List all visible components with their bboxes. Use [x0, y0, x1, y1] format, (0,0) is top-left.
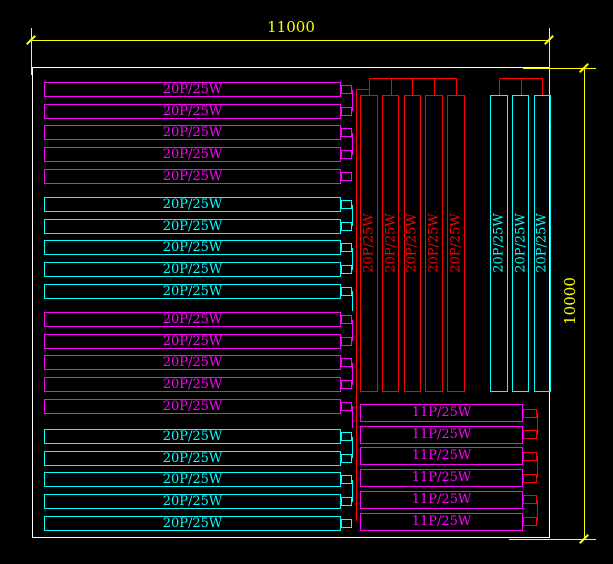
panel-label: 20P/25W [44, 262, 341, 277]
panel-label: 20P/25W [44, 169, 341, 184]
connector-tab [523, 452, 537, 461]
dimension-line [584, 68, 585, 539]
connector-tab [341, 315, 352, 324]
string-bus [412, 78, 413, 95]
panel-label: 20P/25W [44, 125, 341, 140]
panel-label: 20P/25W [44, 399, 341, 414]
panel-label: 20P/25W [361, 213, 376, 273]
connector-tab [341, 150, 352, 159]
connector-line [352, 90, 353, 112]
panel-label: 20P/25W [448, 213, 463, 273]
string-bus [542, 78, 543, 95]
string-bus [369, 78, 370, 95]
connector-tab [341, 172, 352, 181]
connector-tab [341, 128, 352, 137]
panel-label: 20P/25W [44, 312, 341, 327]
connector-tab [341, 432, 352, 441]
connector-tab [341, 402, 352, 411]
panel-label: 20P/25W [44, 82, 341, 97]
connector-tab [341, 475, 352, 484]
connector-tab [341, 107, 352, 116]
connector-line [352, 363, 353, 385]
connector-line [352, 406, 353, 428]
panel-label: 20P/25W [44, 429, 341, 444]
connector-tab [523, 474, 537, 483]
connector-tab [523, 409, 537, 418]
panel-label: 11P/25W [360, 470, 523, 485]
connector-tab [341, 200, 352, 209]
connector-line [352, 437, 353, 459]
panel-label: 20P/25W [427, 213, 442, 273]
cad-viewport: 11000 10000 20P/25W 20P/25W 20P/25W 20P/25W… [0, 0, 613, 564]
panel-label: 11P/25W [360, 427, 523, 442]
panel-label: 20P/25W [44, 516, 341, 531]
connector-tab [341, 243, 352, 252]
panel-label: 20P/25W [535, 213, 550, 273]
connector-tab [341, 358, 352, 367]
connector-line [352, 320, 353, 342]
connector-tab [341, 265, 352, 274]
feed-line [356, 89, 369, 90]
dimension-label-width[interactable]: 11000 [267, 18, 315, 36]
connector-tab [341, 380, 352, 389]
connector-line [352, 480, 353, 502]
string-bus [456, 78, 457, 95]
connector-tab [341, 222, 352, 231]
connector-tab [523, 517, 537, 526]
panel-label: 20P/25W [513, 213, 528, 273]
string-bus [521, 78, 522, 95]
connector-tab [341, 85, 352, 94]
connector-line [352, 205, 353, 227]
connector-line [537, 500, 538, 522]
panel-label: 11P/25W [360, 405, 523, 420]
string-bus [391, 78, 392, 95]
connector-line [537, 413, 538, 435]
panel-label: 20P/25W [44, 472, 341, 487]
panel-label: 20P/25W [44, 284, 341, 299]
connector-tab [341, 497, 352, 506]
string-bus [434, 78, 435, 95]
dimension-line [31, 40, 549, 41]
panel-label: 11P/25W [360, 514, 523, 529]
panel-label: 20P/25W [44, 147, 341, 162]
connector-line [352, 291, 353, 311]
panel-label: 20P/25W [491, 213, 506, 273]
panel-label: 11P/25W [360, 448, 523, 463]
panel-label: 20P/25W [405, 213, 420, 273]
panel-label: 20P/25W [44, 451, 341, 466]
connector-tab [341, 287, 352, 296]
dimension-label-height[interactable]: 10000 [561, 277, 579, 325]
dimension-extension [31, 28, 32, 75]
panel-label: 20P/25W [44, 219, 341, 234]
panel-label: 20P/25W [44, 494, 341, 509]
panel-label: 20P/25W [44, 104, 341, 119]
feed-line [356, 89, 357, 521]
connector-line [352, 248, 353, 270]
connector-tab [523, 495, 537, 504]
connector-line [537, 456, 538, 478]
connector-tab [341, 454, 352, 463]
connector-tab [341, 519, 352, 528]
panel-label: 20P/25W [44, 355, 341, 370]
panel-label: 11P/25W [360, 492, 523, 507]
panel-label: 20P/25W [44, 197, 341, 212]
connector-line [352, 133, 353, 155]
panel-label: 20P/25W [383, 213, 398, 273]
connector-tab [523, 430, 537, 439]
connector-tab [341, 337, 352, 346]
string-bus [499, 78, 500, 95]
panel-label: 20P/25W [44, 377, 341, 392]
panel-label: 20P/25W [44, 240, 341, 255]
panel-label: 20P/25W [44, 334, 341, 349]
